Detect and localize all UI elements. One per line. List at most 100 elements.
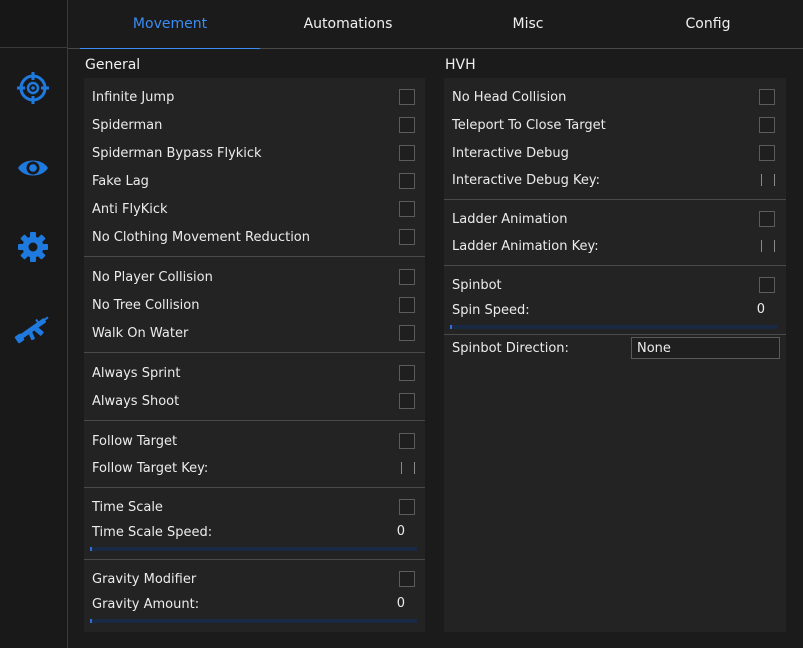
gravity-amount-label: Gravity Amount: <box>92 596 200 612</box>
spinbot-direction-label: Spinbot Direction: <box>452 340 569 356</box>
ladder-animation-keybind[interactable] <box>761 240 775 252</box>
no-tree-collision-label: No Tree Collision <box>92 297 200 313</box>
gravity-amount-slider[interactable] <box>90 619 417 623</box>
no-head-collision-checkbox[interactable] <box>759 89 775 105</box>
ladder-animation-key-label: Ladder Animation Key: <box>452 238 599 254</box>
ladder-animation-label: Ladder Animation <box>452 211 568 227</box>
no-clothing-checkbox[interactable] <box>399 229 415 245</box>
always-shoot-checkbox[interactable] <box>399 393 415 409</box>
spinbot-row: Spinbot <box>452 275 502 295</box>
ladder-animation-checkbox[interactable] <box>759 211 775 227</box>
spinbot-direction-row: Spinbot Direction: <box>452 338 569 358</box>
no-head-collision-row: No Head Collision <box>452 87 566 107</box>
hvh-title: HVH <box>445 57 476 73</box>
slider-fill <box>90 619 92 623</box>
infinite-jump-label: Infinite Jump <box>92 89 175 105</box>
infinite-jump-row: Infinite Jump <box>92 87 174 107</box>
fake-lag-label: Fake Lag <box>92 173 149 189</box>
spin-speed-row: Spin Speed: <box>452 300 530 320</box>
divider <box>84 559 425 560</box>
no-player-collision-label: No Player Collision <box>92 269 213 285</box>
ladder-animation-key-row: Ladder Animation Key: <box>452 236 599 256</box>
no-tree-collision-row: No Tree Collision <box>92 295 199 315</box>
spiderman-bypass-row: Spiderman Bypass Flykick <box>92 143 262 163</box>
anti-flykick-row: Anti FlyKick <box>92 199 168 219</box>
ladder-animation-row: Ladder Animation <box>452 209 567 229</box>
time-scale-speed-value: 0 <box>396 524 405 539</box>
tab-bar: Movement Automations Misc Config <box>68 0 803 49</box>
sidebar <box>0 0 68 648</box>
always-sprint-row: Always Sprint <box>92 363 181 383</box>
time-scale-checkbox[interactable] <box>399 499 415 515</box>
time-scale-row: Time Scale <box>92 497 163 517</box>
spiderman-row: Spiderman <box>92 115 162 135</box>
gravity-modifier-label: Gravity Modifier <box>92 571 197 587</box>
divider <box>84 420 425 421</box>
gravity-modifier-checkbox[interactable] <box>399 571 415 587</box>
interactive-debug-key-label: Interactive Debug Key: <box>452 172 601 188</box>
always-shoot-label: Always Shoot <box>92 393 180 409</box>
follow-target-label: Follow Target <box>92 433 178 449</box>
tab-misc[interactable]: Misc <box>438 0 618 48</box>
no-tree-collision-checkbox[interactable] <box>399 297 415 313</box>
general-title: General <box>85 57 141 73</box>
follow-target-key-row: Follow Target Key: <box>92 458 208 478</box>
spiderman-label: Spiderman <box>92 117 163 133</box>
interactive-debug-label: Interactive Debug <box>452 145 569 161</box>
tab-automations[interactable]: Automations <box>258 0 438 48</box>
spinbot-label: Spinbot <box>452 277 502 293</box>
anti-flykick-label: Anti FlyKick <box>92 201 168 217</box>
walk-on-water-label: Walk On Water <box>92 325 189 341</box>
no-player-collision-row: No Player Collision <box>92 267 213 287</box>
time-scale-speed-label: Time Scale Speed: <box>92 524 213 540</box>
spin-speed-slider[interactable] <box>450 325 777 329</box>
crosshair-icon[interactable] <box>14 69 52 107</box>
tab-config[interactable]: Config <box>618 0 798 48</box>
anti-flykick-checkbox[interactable] <box>399 201 415 217</box>
slider-fill <box>450 325 452 329</box>
always-shoot-row: Always Shoot <box>92 391 179 411</box>
divider <box>444 334 786 335</box>
time-scale-speed-row: Time Scale Speed: <box>92 522 212 542</box>
tab-movement[interactable]: Movement <box>80 0 260 49</box>
hvh-panel: No Head Collision Teleport To Close Targ… <box>444 78 786 632</box>
rifle-icon[interactable] <box>14 310 52 348</box>
interactive-debug-checkbox[interactable] <box>759 145 775 161</box>
no-clothing-label: No Clothing Movement Reduction <box>92 229 311 245</box>
spin-speed-value: 0 <box>756 302 765 317</box>
divider <box>84 487 425 488</box>
walk-on-water-row: Walk On Water <box>92 323 188 343</box>
spinbot-direction-dropdown[interactable]: None <box>631 337 780 359</box>
always-sprint-label: Always Sprint <box>92 365 181 381</box>
teleport-label: Teleport To Close Target <box>452 117 606 133</box>
gear-icon[interactable] <box>14 228 52 266</box>
no-clothing-row: No Clothing Movement Reduction <box>92 227 310 247</box>
spiderman-bypass-checkbox[interactable] <box>399 145 415 161</box>
spin-speed-label: Spin Speed: <box>452 302 530 318</box>
spiderman-bypass-label: Spiderman Bypass Flykick <box>92 145 262 161</box>
follow-target-row: Follow Target <box>92 431 177 451</box>
follow-target-keybind[interactable] <box>401 462 415 474</box>
fake-lag-checkbox[interactable] <box>399 173 415 189</box>
infinite-jump-checkbox[interactable] <box>399 89 415 105</box>
spiderman-checkbox[interactable] <box>399 117 415 133</box>
general-panel: Infinite Jump Spiderman Spiderman Bypass… <box>84 78 425 632</box>
teleport-checkbox[interactable] <box>759 117 775 133</box>
follow-target-checkbox[interactable] <box>399 433 415 449</box>
sidebar-header <box>0 0 67 48</box>
interactive-debug-row: Interactive Debug <box>452 143 569 163</box>
slider-fill <box>90 547 92 551</box>
interactive-debug-keybind[interactable] <box>761 174 775 186</box>
gravity-amount-value: 0 <box>396 596 405 611</box>
always-sprint-checkbox[interactable] <box>399 365 415 381</box>
divider <box>444 265 786 266</box>
divider <box>84 352 425 353</box>
teleport-row: Teleport To Close Target <box>452 115 606 135</box>
no-head-collision-label: No Head Collision <box>452 89 567 105</box>
walk-on-water-checkbox[interactable] <box>399 325 415 341</box>
no-player-collision-checkbox[interactable] <box>399 269 415 285</box>
eye-icon[interactable] <box>14 149 52 187</box>
time-scale-speed-slider[interactable] <box>90 547 417 551</box>
spinbot-checkbox[interactable] <box>759 277 775 293</box>
gravity-modifier-row: Gravity Modifier <box>92 569 196 589</box>
